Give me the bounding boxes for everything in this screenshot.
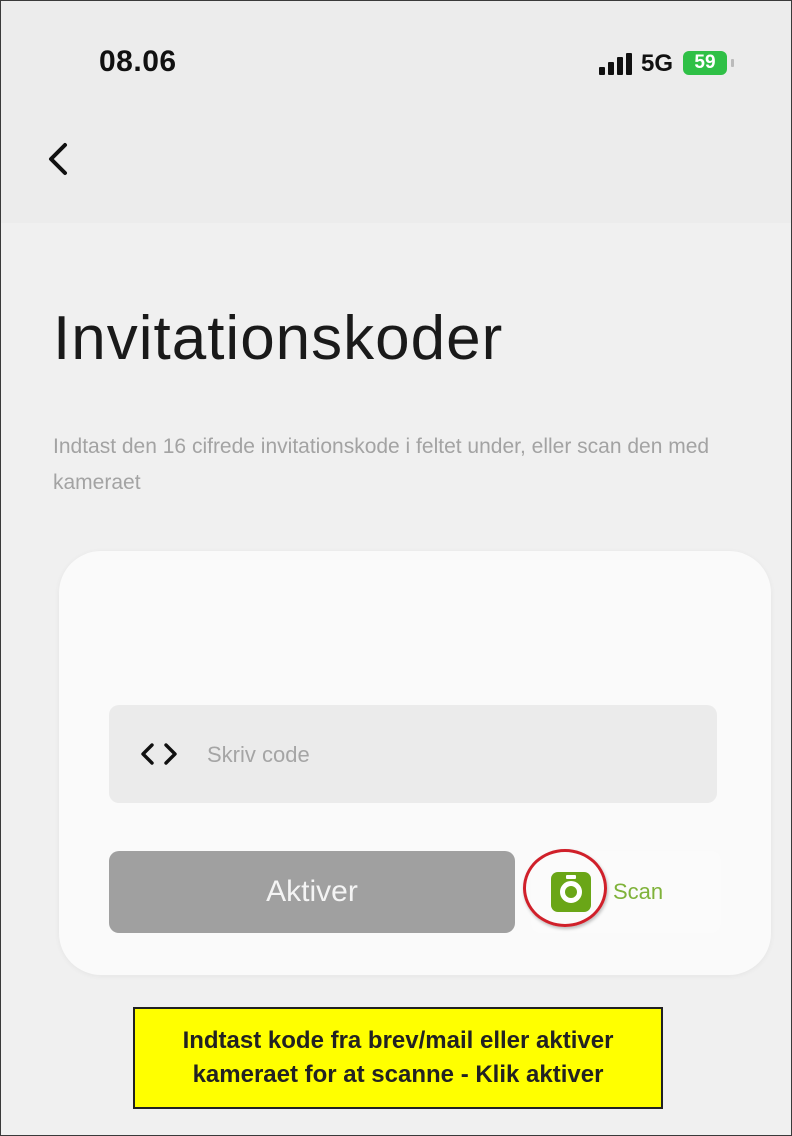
code-field[interactable] — [109, 705, 717, 803]
back-button[interactable] — [35, 135, 83, 183]
scan-label: Scan — [613, 879, 664, 904]
code-brackets-icon — [141, 743, 177, 765]
signal-icon — [599, 53, 633, 75]
instructions-text: Indtast den 16 cifrede invitationskode i… — [53, 435, 710, 494]
scan-button[interactable]: Scan — [531, 851, 721, 933]
invitation-card: Aktiver Scan — [59, 551, 771, 975]
battery-icon: 59 — [683, 51, 727, 75]
page-title: Invitationskoder — [53, 304, 504, 373]
header — [1, 1, 791, 223]
activate-button[interactable]: Aktiver — [109, 851, 515, 933]
camera-icon — [551, 872, 591, 912]
app-screen: 08.06 5G 59 Invitationskoder Indtast den… — [0, 0, 792, 1136]
annotation-text: Indtast kode fra brev/mail eller aktiver… — [182, 1027, 614, 1088]
chevron-left-icon — [49, 143, 67, 175]
status-time: 08.06 — [99, 45, 177, 78]
battery-cap — [731, 59, 734, 67]
annotation-note: Indtast kode fra brev/mail eller aktiver… — [133, 1007, 663, 1109]
network-label: 5G — [641, 50, 674, 77]
battery-level: 59 — [694, 52, 716, 73]
code-input[interactable] — [205, 729, 689, 781]
